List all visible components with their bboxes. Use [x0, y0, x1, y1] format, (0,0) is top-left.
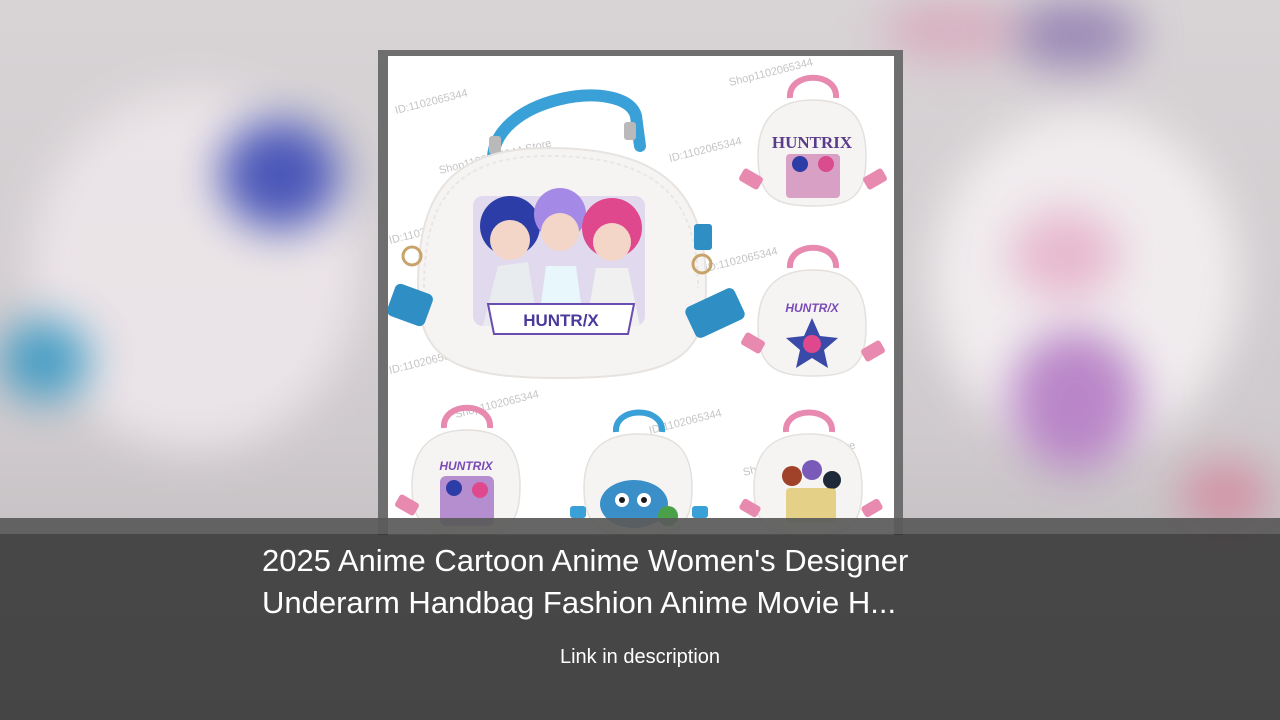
thumb-bag-2: HUNTR/X — [741, 244, 885, 377]
watermark-id-2: ID:1102065344 — [668, 135, 743, 165]
brand-label-main: HUNTR/X — [523, 311, 599, 330]
watermark-id-4: ID:1102065344 — [704, 245, 779, 275]
background-strap-blur — [0, 320, 90, 400]
caption-top-strip — [0, 518, 1280, 534]
watermark-short-1: Shop1102065344 — [728, 56, 814, 88]
brand-label-thumb-1: HUNTRIX — [772, 133, 853, 152]
video-title-line-2: Underarm Handbag Fashion Anime Movie H..… — [262, 585, 897, 620]
background-print-blur — [1010, 330, 1140, 470]
thumb-bag-4 — [570, 409, 708, 535]
main-bag: HUNTR/X — [388, 89, 745, 380]
watermark-short-3: Shop1102065344 — [454, 388, 540, 420]
brand-label-thumb-3: HUNTRIX — [439, 459, 493, 473]
link-in-description: Link in description — [559, 646, 721, 668]
video-title: 2025 Anime Cartoon Anime Women's Designe… — [262, 540, 1052, 624]
thumb-bag-1: HUNTRIX — [739, 74, 887, 207]
product-image-frame[interactable]: ID:1102065344 Shop1102065344 Store ID:11… — [378, 50, 903, 535]
background-hair-blur — [220, 120, 340, 230]
background-handle-blur — [1010, 210, 1120, 300]
video-title-line-1: 2025 Anime Cartoon Anime Women's Designe… — [262, 543, 909, 578]
thumb-bag-5 — [739, 409, 883, 535]
brand-label-thumb-2: HUNTR/X — [785, 301, 839, 315]
product-image[interactable]: ID:1102065344 Shop1102065344 Store ID:11… — [388, 56, 894, 535]
watermark-id-1: ID:1102065344 — [394, 87, 469, 117]
product-illustration: ID:1102065344 Shop1102065344 Store ID:11… — [388, 56, 887, 535]
background-top-blur — [1010, 0, 1140, 70]
thumb-bag-3: HUNTRIX — [395, 404, 521, 535]
